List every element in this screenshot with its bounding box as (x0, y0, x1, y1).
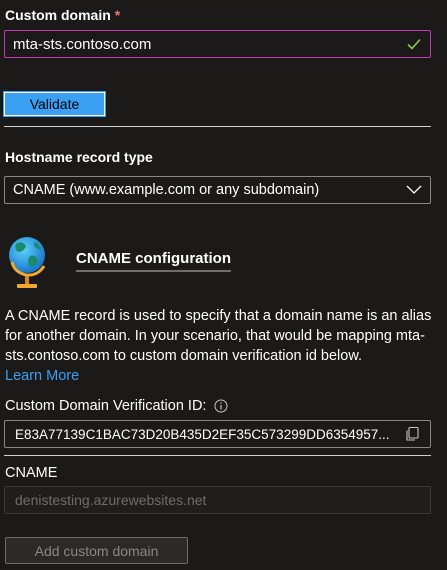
cname-placeholder: denistesting.azurewebsites.net (15, 492, 207, 508)
hostname-record-select[interactable]: CNAME (www.example.com or any subdomain) (4, 176, 431, 204)
verification-id-field[interactable]: E83A77139C1BAC73D20B435D2EF35C573299DD63… (4, 420, 431, 448)
globe-icon (9, 237, 46, 288)
learn-more-link[interactable]: Learn More (5, 368, 79, 384)
divider (4, 126, 431, 127)
cname-input[interactable]: denistesting.azurewebsites.net (4, 486, 431, 514)
copy-icon[interactable] (404, 426, 420, 442)
hostname-record-label: Hostname record type (5, 149, 153, 165)
verification-id-label: Custom Domain Verification ID: (5, 398, 228, 414)
info-icon[interactable] (214, 399, 228, 413)
add-custom-domain-button[interactable]: Add custom domain (5, 537, 188, 564)
divider (4, 455, 431, 456)
hostname-record-selected: CNAME (www.example.com or any subdomain) (13, 182, 320, 198)
cname-configuration-title: CNAME configuration (76, 250, 231, 272)
checkmark-icon (407, 38, 421, 50)
cname-description: A CNAME record is used to specify that a… (5, 308, 432, 384)
custom-domain-value[interactable]: mta-sts.contoso.com (13, 36, 406, 53)
verification-id-value: E83A77139C1BAC73D20B435D2EF35C573299DD63… (15, 426, 390, 442)
required-mark: * (114, 7, 121, 23)
custom-domain-input[interactable]: mta-sts.contoso.com (4, 30, 431, 58)
cname-label: CNAME (5, 465, 58, 481)
chevron-down-icon (406, 185, 422, 194)
custom-domain-label: Custom domain * (5, 7, 121, 23)
validate-button[interactable]: Validate (3, 91, 106, 117)
